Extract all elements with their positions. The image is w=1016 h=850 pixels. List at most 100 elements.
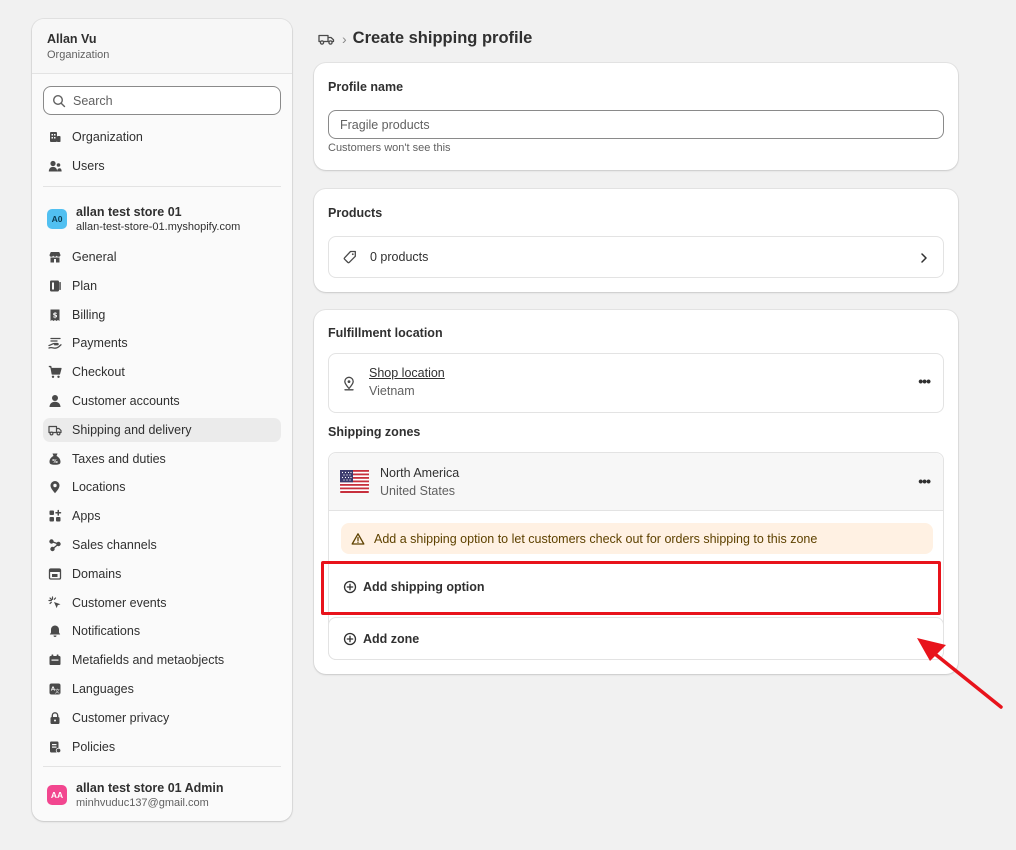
sidebar-item-label: Languages	[72, 681, 134, 696]
sidebar-item-label: Customer privacy	[72, 710, 170, 725]
tag-icon	[343, 250, 356, 264]
search-input[interactable]: Search	[43, 86, 281, 115]
sidebar-item-label: General	[72, 250, 117, 264]
channels-icon	[49, 539, 61, 552]
products-row[interactable]: 0 products	[328, 236, 944, 278]
section-title: Shipping zones	[328, 425, 421, 439]
sidebar-item-users[interactable]: Users	[43, 154, 281, 178]
admin-email: minhvuduc137@gmail.com	[76, 797, 209, 809]
sidebar-item-label: Users	[72, 158, 105, 173]
zone-more-actions-icon[interactable]: •••	[918, 473, 931, 489]
bell-icon	[49, 625, 61, 638]
languages-icon: A文	[49, 683, 61, 695]
search-icon	[52, 94, 66, 107]
store-domain: allan-test-store-01.myshopify.com	[76, 221, 241, 233]
sidebar-item-label: Plan	[72, 278, 98, 293]
admin-name: allan test store 01 Admin	[76, 781, 224, 795]
highlight-box	[321, 561, 941, 615]
sidebar-item-label: Billing	[72, 307, 106, 322]
card-title: Products	[328, 206, 383, 220]
location-icon	[344, 376, 354, 391]
sidebar-item-organization[interactable]: Organization	[43, 125, 281, 149]
search-placeholder: Search	[73, 93, 113, 108]
store-icon	[49, 252, 61, 263]
sidebar-item-metafields-and-metaobjects[interactable]: Metafields and metaobjects	[43, 648, 281, 672]
sidebar-item-label: Customer events	[72, 595, 167, 610]
cart-icon	[48, 366, 62, 379]
truck-icon[interactable]	[318, 32, 335, 46]
fulfillment-card: Fulfillment location Shop location Vietn…	[314, 310, 958, 674]
store-switcher[interactable]: A0 allan test store 01 allan-test-store-…	[47, 205, 240, 233]
metafields-icon	[49, 654, 61, 666]
add-zone-content: Add zone	[330, 617, 942, 660]
account-switcher[interactable]: AA allan test store 01 Admin minhvuduc13…	[47, 781, 224, 809]
person-icon	[49, 394, 61, 407]
sidebar-item-billing[interactable]: $ Billing	[43, 303, 281, 327]
sidebar-item-label: Domains	[72, 566, 122, 581]
settings-sidebar: Allan Vu Organization Search Organizatio…	[32, 19, 292, 821]
organization-header[interactable]: Allan Vu Organization	[32, 19, 292, 74]
store-nav: General Plan $ Billing Payments Checkout…	[43, 245, 281, 763]
location-name-link[interactable]: Shop location	[369, 366, 445, 380]
card-title: Profile name	[328, 80, 404, 94]
annotation-arrow-icon	[917, 638, 1003, 709]
sidebar-item-label: Shipping and delivery	[72, 422, 192, 437]
sidebar-item-label: Checkout	[72, 365, 125, 380]
add-zone-button[interactable]: Add zone	[328, 617, 944, 660]
sidebar-item-notifications[interactable]: Notifications	[43, 619, 281, 643]
plan-icon	[50, 280, 61, 292]
sidebar-item-label: Payments	[72, 336, 128, 351]
zone-name: North America	[380, 466, 460, 480]
user-name: Allan Vu	[47, 32, 97, 46]
sidebar-item-customer-events[interactable]: Customer events	[43, 591, 281, 615]
policies-icon	[50, 741, 62, 753]
apps-icon	[49, 509, 62, 522]
add-zone-label: Add zone	[363, 631, 420, 646]
chevron-right-icon	[921, 253, 927, 263]
sidebar-item-shipping-and-delivery[interactable]: Shipping and delivery	[43, 417, 281, 442]
sidebar-item-customer-privacy[interactable]: Customer privacy	[43, 706, 281, 730]
us-flag-icon	[340, 470, 369, 493]
cursor-icon	[48, 595, 61, 608]
sidebar-item-languages[interactable]: A文 Languages	[43, 677, 281, 701]
sidebar-item-general[interactable]: General	[43, 245, 281, 269]
breadcrumb: › Create shipping profile	[318, 29, 532, 48]
sidebar-divider	[43, 766, 281, 767]
sidebar-item-label: Locations	[72, 480, 126, 495]
sidebar-item-apps[interactable]: Apps	[43, 504, 281, 528]
sidebar-item-sales-channels[interactable]: Sales channels	[43, 533, 281, 557]
location-country: Vietnam	[369, 384, 415, 398]
sidebar-item-label: Metafields and metaobjects	[72, 653, 225, 668]
sidebar-item-label: Policies	[72, 739, 116, 754]
organization-icon	[50, 132, 61, 142]
products-card: Products 0 products	[314, 189, 958, 292]
warning-icon	[351, 532, 365, 545]
sidebar-item-label: Taxes and duties	[72, 451, 166, 466]
svg-text:文: 文	[55, 688, 60, 695]
more-actions-icon[interactable]: •••	[918, 373, 931, 389]
svg-text:%: %	[52, 459, 58, 465]
sidebar-item-label: Apps	[72, 509, 101, 524]
tax-icon: %	[49, 453, 61, 465]
sidebar-item-locations[interactable]: Locations	[43, 475, 281, 499]
sidebar-item-taxes-and-duties[interactable]: % Taxes and duties	[43, 447, 281, 471]
sidebar-item-policies[interactable]: Policies	[43, 735, 281, 759]
org-nav: Organization Users	[43, 125, 281, 183]
location-icon	[50, 481, 60, 494]
profile-name-card: Profile name Fragile products Customers …	[314, 63, 958, 170]
lock-icon	[50, 711, 60, 724]
zone-header: North America United States •••	[329, 453, 943, 511]
plus-circle-icon	[343, 632, 357, 645]
shipping-zone-box: North America United States ••• Add a sh…	[328, 452, 944, 660]
domains-icon	[48, 568, 62, 580]
user-role: Organization	[47, 49, 110, 61]
card-title: Fulfillment location	[328, 326, 443, 340]
sidebar-item-customer-accounts[interactable]: Customer accounts	[43, 389, 281, 413]
profile-name-input[interactable]: Fragile products	[328, 110, 944, 139]
sidebar-item-plan[interactable]: Plan	[43, 274, 281, 298]
sidebar-item-checkout[interactable]: Checkout	[43, 360, 281, 384]
sidebar-item-domains[interactable]: Domains	[43, 562, 281, 586]
sidebar-item-label: Notifications	[72, 624, 141, 639]
svg-text:$: $	[53, 311, 58, 319]
sidebar-item-payments[interactable]: Payments	[43, 331, 281, 355]
